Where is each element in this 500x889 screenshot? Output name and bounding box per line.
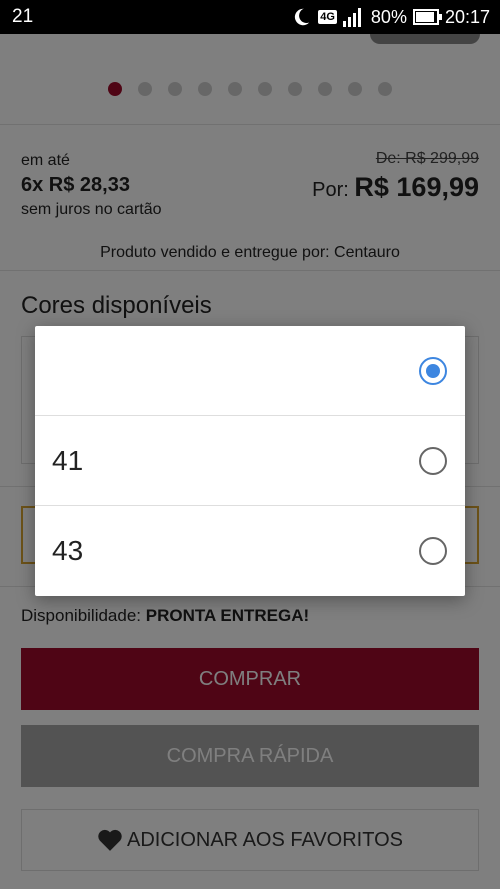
radio-unselected-icon[interactable] [419,446,447,475]
clock: 20:17 [444,6,490,27]
radio-unselected-icon[interactable] [419,537,447,565]
radio-selected-icon[interactable] [419,356,447,385]
size-option-label: 43 [52,535,84,566]
size-picker-dialog: 41 43 [35,326,465,596]
size-option[interactable]: 41 [35,416,465,506]
size-option[interactable] [35,326,465,416]
battery-icon [412,9,442,25]
network-type: 4G [318,10,337,24]
notification-count: 21 [12,6,34,27]
moon-icon [295,8,310,26]
signal-icon [342,8,361,27]
size-option[interactable]: 43 [35,506,465,596]
size-option-label: 41 [52,444,84,476]
battery-percent: 80% [370,6,407,27]
status-bar: 21 4G 80% 20:17 [0,0,500,34]
